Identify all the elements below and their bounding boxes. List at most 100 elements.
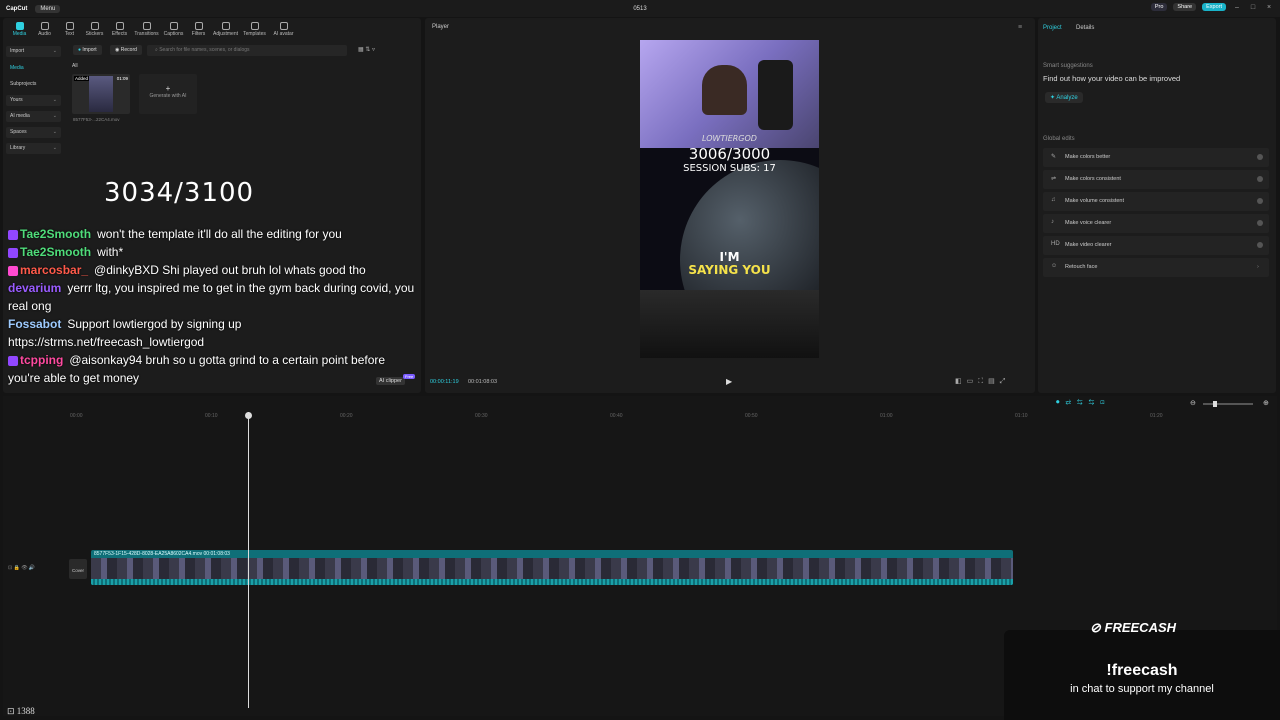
player-controls-icons[interactable]: ◧▭⛶▤⤢ bbox=[955, 377, 1010, 386]
chat-text: @dinkyBXD Shi played out bruh lol whats … bbox=[94, 263, 366, 277]
smart-suggestions-label: Smart suggestions bbox=[1043, 63, 1093, 69]
zoom-in-icon[interactable]: ⊕ bbox=[1263, 399, 1269, 407]
captions-icon bbox=[169, 22, 178, 30]
track-controls-icons[interactable]: ⊡ 🔒 👁 🔊 bbox=[8, 565, 35, 571]
viewer-count: ⊡ 1388 bbox=[7, 706, 35, 717]
transitions-icon bbox=[142, 22, 151, 30]
audio-icon bbox=[40, 22, 49, 30]
sub-counter: 3034/3100 bbox=[104, 178, 255, 208]
minimize-icon[interactable]: – bbox=[1232, 4, 1242, 11]
zoom-out-icon[interactable]: ⊖ bbox=[1190, 399, 1196, 407]
tab-templates[interactable]: Templates bbox=[240, 20, 269, 37]
filters-icon bbox=[194, 22, 203, 30]
tab-project[interactable]: Project bbox=[1043, 25, 1062, 31]
sidebar-item-library[interactable]: Library ⌄ bbox=[6, 143, 61, 154]
sidebar-item-import[interactable]: Import ⌄ bbox=[6, 46, 61, 57]
global-edits-label: Global edits bbox=[1043, 136, 1075, 142]
tab-ai-avatar[interactable]: AI avatar bbox=[269, 20, 298, 37]
tab-captions[interactable]: Captions bbox=[161, 20, 186, 37]
toggle-dot[interactable] bbox=[1257, 176, 1263, 182]
audio-waveform bbox=[91, 579, 1013, 585]
play-icon[interactable]: ▶ bbox=[726, 377, 732, 386]
freecash-icon: ⊘ bbox=[1090, 620, 1105, 635]
tab-details[interactable]: Details bbox=[1076, 25, 1094, 31]
tab-stickers[interactable]: Stickers bbox=[82, 20, 107, 37]
global-edit-make-volume-consistent[interactable]: ♫ Make volume consistent bbox=[1043, 192, 1269, 211]
thumbnail-image bbox=[89, 76, 113, 112]
ruler-tick: 01:10 bbox=[1015, 413, 1028, 419]
search-input[interactable]: ⌕ Search for file names, scenes, or dial… bbox=[147, 45, 347, 56]
video-clip[interactable]: 8577F53-1F15-428D-8028-EA25A8602CA4.mov … bbox=[91, 550, 1013, 585]
tab-transitions[interactable]: Transitions bbox=[132, 20, 161, 37]
cover-button[interactable]: Cover bbox=[69, 559, 87, 579]
subscriber-badge-icon bbox=[8, 229, 18, 240]
share-button[interactable]: Share bbox=[1173, 3, 1197, 11]
effects-icon bbox=[115, 22, 124, 30]
global-edit-make-colors-consistent[interactable]: ⇌ Make colors consistent bbox=[1043, 170, 1269, 189]
global-edit-make-video-clearer[interactable]: HD Make video clearer bbox=[1043, 236, 1269, 255]
video-preview[interactable]: LOWTIERGOD 3006/3000 SESSION SUBS: 17 I'… bbox=[640, 40, 819, 358]
tab-filters[interactable]: Filters bbox=[186, 20, 211, 37]
tab-adjustment[interactable]: Adjustment bbox=[211, 20, 240, 37]
playhead[interactable] bbox=[245, 412, 252, 708]
analyze-button[interactable]: ✦ Analyze bbox=[1045, 92, 1083, 103]
record-button[interactable]: ◉ Record bbox=[110, 45, 142, 55]
generate-with-ai-button[interactable]: + Generate with AI bbox=[139, 74, 197, 114]
tool-label: Effects bbox=[111, 31, 128, 37]
analyze-label: Analyze bbox=[1056, 95, 1078, 101]
grid-view-icon[interactable]: ▦ ⇅ ▿ bbox=[358, 46, 375, 53]
chat-message: Tae2Smooth won't the template it'll do al… bbox=[8, 225, 418, 243]
toggle-dot[interactable] bbox=[1257, 198, 1263, 204]
playhead-handle[interactable] bbox=[245, 412, 252, 419]
tab-text[interactable]: Text bbox=[57, 20, 82, 37]
ruler-tick: 00:40 bbox=[610, 413, 623, 419]
export-button[interactable]: Export bbox=[1202, 3, 1226, 11]
tab-media[interactable]: Media bbox=[7, 20, 32, 37]
global-edit-make-colors-better[interactable]: ✎ Make colors better bbox=[1043, 148, 1269, 167]
clip-name: 8577F53-1F15-428D-8028-EA25A8602CA4.mov … bbox=[94, 551, 230, 557]
sidebar-item-media[interactable]: Media bbox=[6, 63, 61, 74]
tab-audio[interactable]: Audio bbox=[32, 20, 57, 37]
viewers-icon: ⊡ bbox=[7, 706, 17, 716]
import-button[interactable]: ● Import bbox=[73, 45, 102, 55]
video-name: LOWTIERGOD bbox=[702, 134, 757, 143]
media-duration: 01:09 bbox=[116, 76, 128, 81]
clip-frames bbox=[91, 558, 1013, 579]
ruler-tick: 00:10 bbox=[205, 413, 218, 419]
chair-shape bbox=[758, 60, 793, 130]
ruler-tick: 01:20 bbox=[1150, 413, 1163, 419]
toggle-dot[interactable] bbox=[1257, 220, 1263, 226]
sidebar-label: Library bbox=[10, 145, 26, 151]
tool-label: Templates bbox=[243, 31, 266, 37]
sidebar-item-subprojects[interactable]: Subprojects bbox=[6, 79, 61, 90]
chevron-right-icon[interactable]: › bbox=[1257, 264, 1263, 270]
toggle-dot[interactable] bbox=[1257, 154, 1263, 160]
ai-clipper-button[interactable]: AI clipper bbox=[376, 377, 405, 385]
close-icon[interactable]: × bbox=[1264, 4, 1274, 11]
plus-icon: + bbox=[165, 84, 171, 93]
media-thumbnail[interactable]: Added 01:09 bbox=[72, 74, 130, 114]
generate-label: Generate with AI bbox=[149, 93, 187, 99]
toggle-dot[interactable] bbox=[1257, 242, 1263, 248]
chat-text: with* bbox=[97, 245, 124, 259]
filter-all[interactable]: All bbox=[72, 63, 78, 69]
zoom-knob[interactable] bbox=[1213, 401, 1217, 407]
menu-button[interactable]: Menu bbox=[35, 4, 61, 13]
capcut-window: CapCut Menu 0513 Pro Share Export – □ × … bbox=[0, 0, 1280, 720]
chat-text: won't the template it'll do all the edit… bbox=[97, 227, 342, 241]
global-edit-make-voice-clearer[interactable]: ♪ Make voice clearer bbox=[1043, 214, 1269, 233]
maximize-icon[interactable]: □ bbox=[1248, 4, 1258, 11]
edit-icon: ✎ bbox=[1051, 154, 1057, 160]
sidebar-item-ai-media[interactable]: AI media ⌄ bbox=[6, 111, 61, 122]
viewer-count-value: 1388 bbox=[16, 706, 35, 716]
sidebar-item-spaces[interactable]: Spaces ⌄ bbox=[6, 127, 61, 138]
global-edit-retouch-face[interactable]: ☺ Retouch face › bbox=[1043, 258, 1269, 277]
tool-label: Text bbox=[64, 31, 75, 37]
timeline-tools-icons[interactable]: ⏺⇄⇆⇆⊡ bbox=[1056, 399, 1111, 407]
menu-icon[interactable]: ≡ bbox=[1018, 24, 1022, 31]
tool-label: Filters bbox=[191, 31, 206, 37]
zoom-slider[interactable] bbox=[1203, 401, 1253, 407]
sidebar-item-yours[interactable]: Yours ⌄ bbox=[6, 95, 61, 106]
tab-effects[interactable]: Effects bbox=[107, 20, 132, 37]
pro-button[interactable]: Pro bbox=[1150, 3, 1168, 11]
